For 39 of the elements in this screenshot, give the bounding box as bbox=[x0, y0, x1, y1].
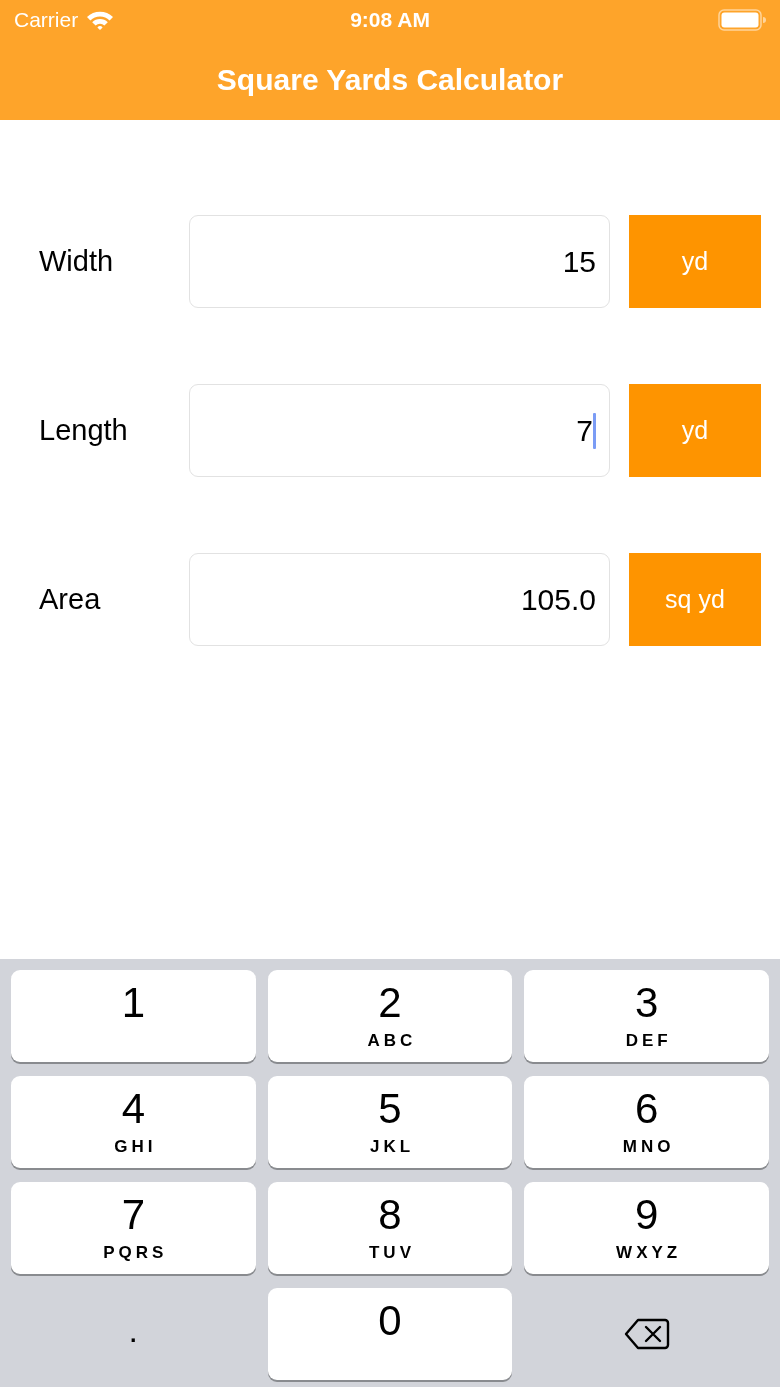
digit-key[interactable]: 0 bbox=[267, 1288, 513, 1380]
wifi-icon bbox=[86, 10, 115, 30]
backspace-icon[interactable] bbox=[623, 1318, 670, 1350]
nav-title: Square Yards Calculator bbox=[216, 63, 564, 97]
key-digit: 8 bbox=[378, 1192, 402, 1238]
digit-key[interactable]: 8 TUV bbox=[267, 1182, 513, 1274]
decimal-key[interactable]: . bbox=[11, 1288, 256, 1380]
field-label: Width bbox=[39, 245, 115, 278]
key-letters: JKL bbox=[368, 1137, 415, 1157]
key-letters: PQRS bbox=[102, 1243, 168, 1263]
key-letters: GHI bbox=[113, 1137, 157, 1157]
field-label: Area bbox=[39, 583, 102, 616]
digit-key[interactable]: 1 bbox=[11, 970, 256, 1062]
field-label: Length bbox=[39, 414, 129, 447]
key-digit: 4 bbox=[121, 1086, 145, 1132]
key-letters: DEF bbox=[624, 1031, 672, 1051]
key-letters: TUV bbox=[368, 1243, 415, 1263]
digit-key[interactable]: 4 GHI bbox=[11, 1076, 256, 1168]
number-field[interactable]: 15 bbox=[189, 215, 610, 308]
number-field[interactable]: 105.0 bbox=[189, 553, 610, 646]
key-letters: ABC bbox=[366, 1031, 417, 1051]
battery-icon bbox=[718, 9, 766, 31]
clock-time: 9:08 AM bbox=[350, 8, 430, 32]
key-digit: 5 bbox=[378, 1086, 402, 1132]
digit-key[interactable]: 9 WXYZ bbox=[524, 1182, 769, 1274]
number-field[interactable]: 7 bbox=[189, 384, 610, 477]
key-digit: 7 bbox=[121, 1192, 145, 1238]
digit-key[interactable]: 6 MNO bbox=[524, 1076, 769, 1168]
digit-key[interactable]: 7 PQRS bbox=[11, 1182, 256, 1274]
key-letters: WXYZ bbox=[615, 1243, 682, 1263]
key-digit: 2 bbox=[378, 980, 402, 1026]
digit-key[interactable]: 3 DEF bbox=[524, 970, 769, 1062]
key-digit: 3 bbox=[635, 980, 659, 1026]
digit-key[interactable]: 2 ABC bbox=[267, 970, 513, 1062]
carrier-name: Carrier bbox=[14, 8, 79, 32]
key-letters: MNO bbox=[621, 1137, 675, 1157]
digit-key[interactable]: 5 JKL bbox=[267, 1076, 513, 1168]
key-digit: 6 bbox=[635, 1086, 659, 1132]
key-digit: 9 bbox=[635, 1192, 659, 1238]
